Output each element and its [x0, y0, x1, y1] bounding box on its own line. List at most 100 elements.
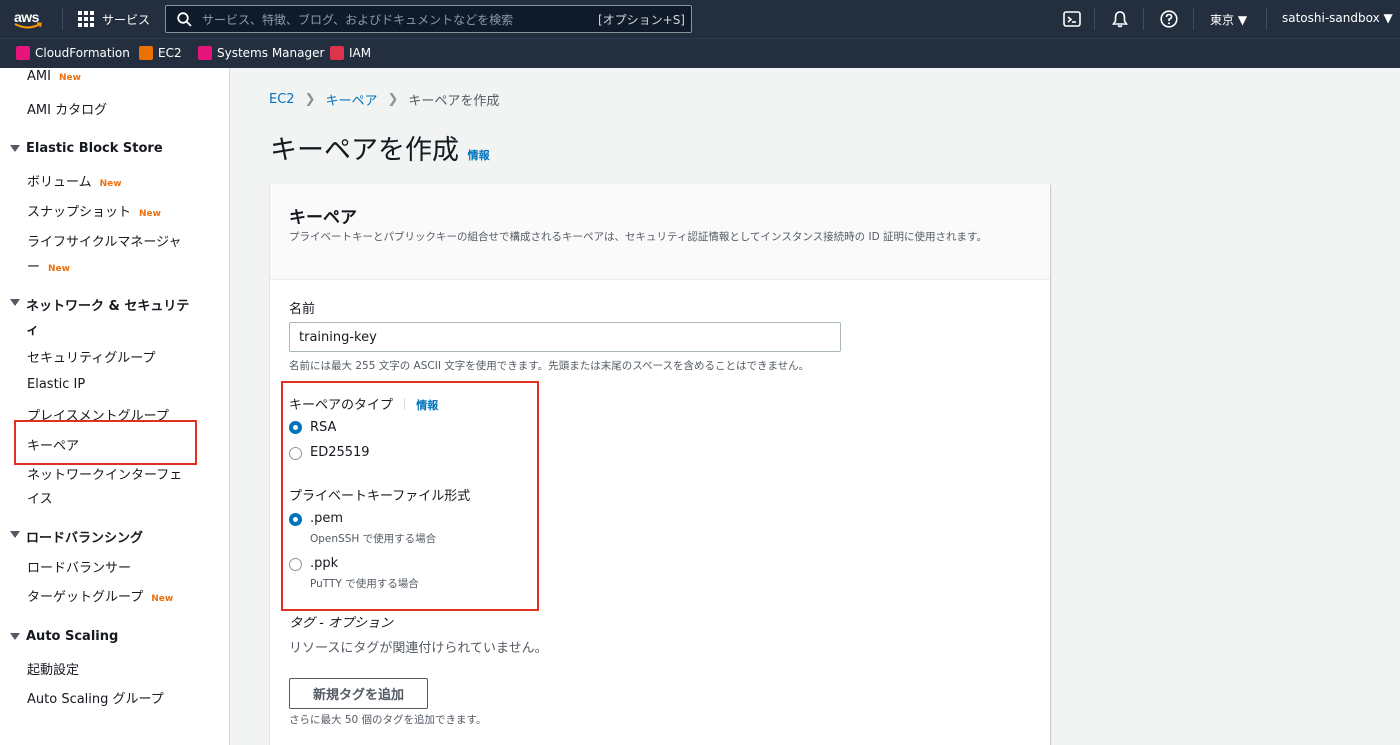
sidebar-section-auto-scaling[interactable]: Auto Scaling — [10, 629, 118, 644]
services-menu-button[interactable]: サービス — [78, 8, 150, 30]
sidebar-item-ami[interactable]: AMI New — [27, 69, 81, 84]
search-input[interactable]: サービス、特徴、ブログ、およびドキュメントなどを検索 — [202, 11, 598, 28]
ec2-icon — [139, 46, 153, 60]
new-badge: New — [58, 73, 81, 83]
sidebar-section-load-balancing[interactable]: ロードバランシング — [10, 527, 143, 546]
sidebar-item-label: イス — [27, 492, 53, 507]
key-type-label: キーペアのタイプ 情報 — [289, 394, 438, 413]
name-label: 名前 — [289, 302, 316, 317]
sidebar-item-label: ライフサイクルマネージャ — [27, 235, 182, 250]
favorite-label: CloudFormation — [35, 46, 130, 60]
info-link[interactable]: 情報 — [468, 149, 490, 162]
breadcrumb-ec2[interactable]: EC2 — [269, 92, 295, 107]
radio-pem-description: OpenSSH で使用する場合 — [310, 533, 437, 545]
sidebar-item-security-groups[interactable]: セキュリティグループ — [27, 347, 155, 366]
page-title-row: キーペアを作成 情報 — [270, 128, 490, 167]
favorite-label: Systems Manager — [217, 46, 325, 60]
tags-limit-hint: さらに最大 50 個のタグを追加できます。 — [289, 714, 487, 726]
divider — [1143, 8, 1144, 30]
add-tag-button[interactable]: 新規タグを追加 — [289, 678, 428, 709]
breadcrumb: EC2 ❯ キーペア ❯ キーペアを作成 — [269, 90, 499, 109]
breadcrumb-key-pairs[interactable]: キーペア — [325, 90, 377, 109]
file-format-label: プライベートキーファイル形式 — [289, 489, 471, 504]
help-icon[interactable] — [1159, 9, 1179, 29]
aws-smile-icon — [14, 22, 42, 29]
caret-down-icon — [10, 299, 20, 306]
favorite-iam[interactable]: IAM — [330, 46, 371, 60]
tags-empty-text: リソースにタグが関連付けられていません。 — [289, 641, 548, 656]
cloudformation-icon — [16, 46, 30, 60]
search-bar[interactable]: サービス、特徴、ブログ、およびドキュメントなどを検索 [オプション+S] — [165, 5, 692, 33]
breadcrumb-current: キーペアを作成 — [408, 94, 500, 109]
radio-rsa-label[interactable]: RSA — [310, 420, 336, 435]
tags-label: タグ - オプション — [289, 616, 393, 631]
chevron-right-icon: ❯ — [304, 92, 316, 107]
radio-ppk[interactable] — [289, 558, 302, 571]
favorite-cloudformation[interactable]: CloudFormation — [16, 46, 130, 60]
key-pair-name-input[interactable] — [289, 322, 841, 352]
account-menu[interactable]: satoshi-sandbox ▼ — [1282, 11, 1393, 25]
page-title: キーペアを作成 — [270, 135, 459, 166]
name-hint: 名前には最大 255 文字の ASCII 文字を使用できます。先頭または末尾のス… — [289, 360, 810, 372]
section-heading: ネットワーク & セキュリテ ィ — [26, 299, 190, 338]
chevron-right-icon: ❯ — [387, 92, 399, 107]
sidebar-item-target-groups[interactable]: ターゲットグループ New — [27, 586, 173, 605]
sidebar-item-ami-catalog[interactable]: AMI カタログ — [27, 99, 107, 118]
new-badge: New — [139, 209, 161, 219]
section-heading: ロードバランシング — [26, 531, 144, 546]
highlight-box — [14, 420, 197, 465]
top-navigation: aws サービス サービス、特徴、ブログ、およびドキュメントなどを検索 [オプシ… — [0, 0, 1400, 38]
bell-icon[interactable] — [1110, 9, 1130, 29]
sidebar-item-label: ターゲットグループ — [27, 590, 144, 605]
radio-pem[interactable] — [289, 513, 302, 526]
sidebar-item-lifecycle-manager[interactable]: ライフサイクルマネージャ ー New — [27, 231, 181, 275]
sidebar-item-load-balancers[interactable]: ロードバランサー — [27, 557, 131, 576]
divider — [404, 398, 406, 410]
radio-ed25519-label[interactable]: ED25519 — [310, 445, 370, 460]
region-selector[interactable]: 東京 ▼ — [1210, 11, 1247, 28]
sidebar-item-network-interfaces[interactable]: ネットワークインターフェ イス — [27, 464, 182, 507]
aws-logo[interactable]: aws — [14, 7, 46, 31]
sidebar-item-label: ネットワークインターフェ — [27, 468, 183, 483]
sidebar-item-label: ー — [27, 260, 41, 275]
systems-manager-icon — [198, 46, 212, 60]
divider — [62, 8, 63, 30]
radio-rsa[interactable] — [289, 421, 302, 434]
panel-header: キーペア プライベートキーとパブリックキーの組合せで構成されるキーペアは、セキュ… — [270, 184, 1050, 280]
radio-pem-label[interactable]: .pem — [310, 511, 343, 526]
sidebar-section-ebs[interactable]: Elastic Block Store — [10, 141, 163, 156]
sidebar-item-label: ボリューム — [27, 175, 92, 190]
sidebar-item-elastic-ip[interactable]: Elastic IP — [27, 377, 85, 392]
radio-ed25519[interactable] — [289, 447, 302, 460]
radio-ppk-label[interactable]: .ppk — [310, 556, 338, 571]
section-heading: Auto Scaling — [26, 629, 119, 644]
divider — [1266, 8, 1267, 30]
favorite-label: EC2 — [158, 46, 182, 60]
favorite-label: IAM — [349, 46, 372, 60]
section-heading: Elastic Block Store — [26, 141, 163, 156]
favorite-systems-manager[interactable]: Systems Manager — [198, 46, 324, 60]
services-label: サービス — [102, 12, 151, 27]
sidebar-item-volumes[interactable]: ボリューム New — [27, 171, 122, 190]
caret-down-icon — [10, 145, 20, 152]
new-badge: New — [48, 264, 70, 274]
search-icon — [177, 11, 192, 27]
new-badge: New — [151, 594, 174, 604]
sidebar: AMI New AMI カタログ Elastic Block Store ボリュー… — [0, 68, 230, 745]
key-type-label-text: キーペアのタイプ — [289, 398, 394, 413]
caret-down-icon — [10, 531, 20, 538]
favorite-ec2[interactable]: EC2 — [139, 46, 182, 60]
iam-icon — [330, 46, 344, 60]
panel-title: キーペア — [289, 208, 357, 228]
sidebar-item-launch-configurations[interactable]: 起動設定 — [27, 659, 79, 678]
search-shortcut-hint: [オプション+S] — [597, 12, 685, 27]
new-badge: New — [99, 179, 122, 189]
cloudshell-icon[interactable] — [1062, 9, 1082, 29]
divider — [1094, 8, 1095, 30]
sidebar-item-snapshots[interactable]: スナップショット New — [27, 201, 161, 220]
sidebar-item-auto-scaling-groups[interactable]: Auto Scaling グループ — [27, 688, 164, 707]
key-type-info-link[interactable]: 情報 — [416, 399, 438, 412]
sidebar-section-network-security[interactable]: ネットワーク & セキュリテ ィ — [10, 295, 189, 338]
sidebar-item-label: スナップショット — [27, 205, 132, 220]
grid-icon — [78, 11, 94, 27]
